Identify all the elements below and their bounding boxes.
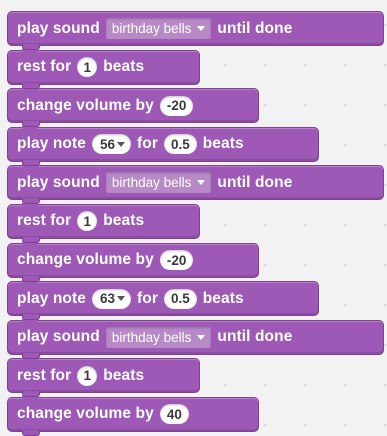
- note-value: 56: [99, 136, 115, 152]
- block-label: beats: [202, 289, 244, 307]
- play-sound-until-done-block[interactable]: play sound birthday bells until done: [7, 318, 384, 359]
- volume-input[interactable]: 40: [159, 404, 189, 425]
- block-label: beats: [202, 135, 244, 153]
- block-label: for: [136, 135, 158, 153]
- rest-for-beats-block[interactable]: rest for 1 beats: [7, 48, 200, 89]
- block-label: play sound: [17, 328, 100, 346]
- note-dropdown-input[interactable]: 63: [91, 288, 131, 309]
- sound-dropdown-value: birthday bells: [111, 329, 192, 345]
- dropdown-arrow-icon: [116, 141, 125, 147]
- play-note-block[interactable]: play note 63 for 0.5 beats: [7, 280, 319, 321]
- block-label: play sound: [17, 19, 100, 37]
- block-label: change volume by: [17, 251, 154, 269]
- block-label: change volume by: [17, 405, 154, 423]
- beats-input[interactable]: 1: [77, 211, 98, 232]
- block-label: play note: [17, 135, 86, 153]
- rest-for-beats-block[interactable]: rest for 1 beats: [7, 357, 200, 398]
- sound-dropdown[interactable]: birthday bells: [105, 326, 212, 348]
- dropdown-arrow-icon: [197, 180, 206, 186]
- block-label: play sound: [17, 173, 100, 191]
- block-label: for: [136, 289, 158, 307]
- block-label: beats: [103, 366, 145, 384]
- play-sound-until-done-block[interactable]: play sound birthday bells until done: [7, 164, 384, 205]
- sound-dropdown-value: birthday bells: [111, 21, 192, 36]
- block-label: rest for: [17, 212, 72, 230]
- sound-dropdown[interactable]: birthday bells: [105, 18, 212, 39]
- block-label: beats: [103, 58, 145, 76]
- play-note-block[interactable]: play note 56 for 0.5 beats: [7, 125, 319, 166]
- sound-dropdown-value: birthday bells: [111, 175, 192, 191]
- play-sound-until-done-block[interactable]: play sound birthday bells until done: [7, 11, 384, 50]
- beats-input[interactable]: 0.5: [163, 134, 197, 155]
- dropdown-arrow-icon: [116, 296, 125, 302]
- block-label: play note: [17, 289, 86, 307]
- change-volume-block[interactable]: change volume by -20: [7, 241, 259, 282]
- block-label: until done: [217, 19, 293, 37]
- block-label: rest for: [17, 366, 72, 384]
- beats-input[interactable]: 1: [77, 57, 98, 78]
- block-label: until done: [217, 173, 293, 191]
- dropdown-arrow-icon: [197, 334, 206, 340]
- dropdown-arrow-icon: [197, 26, 206, 31]
- change-volume-block[interactable]: change volume by -20: [7, 87, 259, 128]
- volume-input[interactable]: -20: [159, 95, 194, 116]
- sound-dropdown[interactable]: birthday bells: [105, 172, 212, 194]
- block-label: change volume by: [17, 96, 154, 114]
- change-volume-block[interactable]: change volume by 40: [7, 395, 259, 436]
- beats-input[interactable]: 0.5: [163, 288, 197, 309]
- note-dropdown-input[interactable]: 56: [91, 134, 131, 155]
- rest-for-beats-block[interactable]: rest for 1 beats: [7, 202, 200, 243]
- note-value: 63: [99, 291, 115, 307]
- volume-input[interactable]: -20: [159, 250, 194, 271]
- sound-script-stack[interactable]: play sound birthday bells until done res…: [7, 11, 384, 436]
- beats-input[interactable]: 1: [77, 365, 98, 386]
- block-label: until done: [217, 328, 293, 346]
- block-label: beats: [103, 212, 145, 230]
- block-label: rest for: [17, 58, 72, 76]
